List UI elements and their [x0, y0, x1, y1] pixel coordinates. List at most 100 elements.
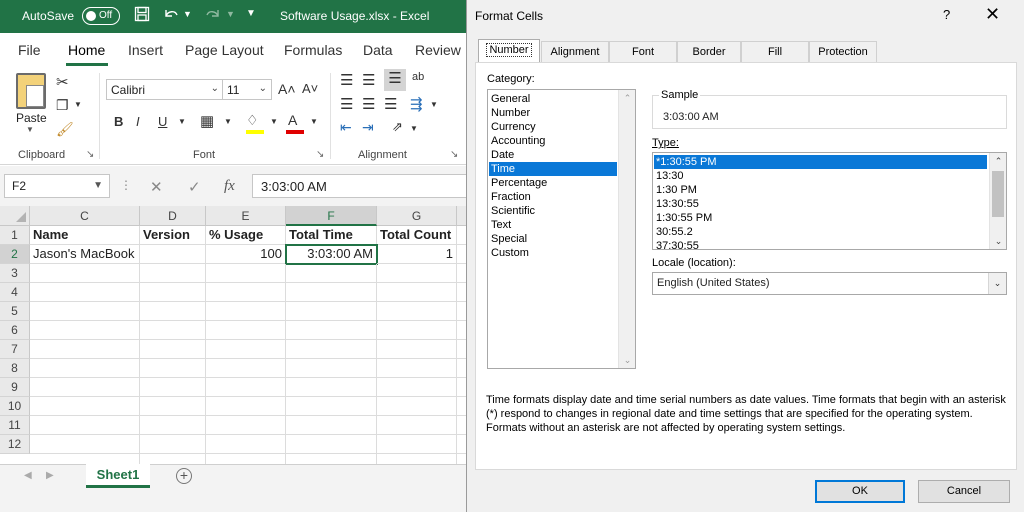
align-middle-icon[interactable]: ☰ — [362, 71, 375, 89]
row-header-12[interactable]: 12 — [0, 435, 30, 454]
close-button[interactable]: ✕ — [985, 4, 1000, 25]
category-text[interactable]: Text — [489, 218, 617, 232]
decrease-font-size-button[interactable]: A˅ — [302, 81, 318, 96]
font-color-button[interactable]: A — [288, 112, 297, 128]
type-option[interactable]: 1:30 PM — [654, 183, 987, 197]
increase-indent-icon[interactable]: ⇥ — [362, 119, 374, 136]
row-header-4[interactable]: 4 — [0, 283, 30, 302]
cell-c1[interactable]: Name — [30, 226, 140, 245]
italic-button[interactable]: I — [136, 114, 140, 129]
name-box[interactable]: F2 ▼ — [4, 174, 110, 198]
scroll-thumb[interactable] — [992, 171, 1004, 217]
cell-e1[interactable]: % Usage — [206, 226, 286, 245]
tab-alignment[interactable]: Alignment — [541, 41, 609, 62]
category-fraction[interactable]: Fraction — [489, 190, 617, 204]
type-scrollbar[interactable]: ⌃ ⌄ — [989, 153, 1006, 249]
autosave-toggle[interactable]: Off — [82, 7, 120, 25]
row-header-9[interactable]: 9 — [0, 378, 30, 397]
tab-number[interactable]: Number — [478, 39, 540, 63]
cell-f2-active[interactable]: 3:03:00 AM — [285, 244, 378, 265]
cut-icon[interactable]: ✂ — [56, 73, 69, 91]
category-currency[interactable]: Currency — [489, 120, 617, 134]
row-header-5[interactable]: 5 — [0, 302, 30, 321]
tab-formulas[interactable]: Formulas — [284, 42, 342, 58]
scroll-down-icon[interactable]: ⌄ — [619, 352, 635, 368]
align-bottom-icon[interactable]: ☰ — [384, 69, 406, 91]
category-time-selected[interactable]: Time — [489, 162, 617, 176]
font-launcher-icon[interactable]: ↘ — [316, 149, 324, 160]
tab-protection[interactable]: Protection — [809, 41, 877, 62]
borders-icon[interactable]: ▦ — [200, 112, 214, 130]
worksheet-grid[interactable]: C D E F G L 1 2 3 4 5 6 7 8 9 10 11 12 N… — [0, 206, 470, 464]
underline-dropdown-icon[interactable]: ▼ — [178, 117, 186, 126]
row-header-8[interactable]: 8 — [0, 359, 30, 378]
insert-function-button[interactable]: fx — [224, 178, 235, 195]
scroll-down-icon[interactable]: ⌄ — [990, 233, 1006, 249]
cell-d1[interactable]: Version — [140, 226, 206, 245]
help-button[interactable]: ? — [943, 7, 950, 22]
row-header-10[interactable]: 10 — [0, 397, 30, 416]
align-center-icon[interactable]: ☰ — [362, 95, 375, 113]
fill-color-icon[interactable]: ♢ — [246, 112, 259, 129]
merge-center-icon[interactable]: ⇶ — [410, 95, 423, 113]
category-special[interactable]: Special — [489, 232, 617, 246]
tab-fill[interactable]: Fill — [741, 41, 809, 62]
align-top-icon[interactable]: ☰ — [340, 71, 353, 89]
tab-home[interactable]: Home — [68, 42, 105, 58]
tab-border[interactable]: Border — [677, 41, 741, 62]
cell-g1[interactable]: Total Count — [377, 226, 457, 245]
tab-data[interactable]: Data — [363, 42, 393, 58]
column-header-g[interactable]: G — [377, 206, 457, 226]
fill-color-dropdown-icon[interactable]: ▼ — [270, 117, 278, 126]
row-header-2[interactable]: 2 — [0, 245, 30, 264]
tab-page-layout[interactable]: Page Layout — [185, 42, 264, 58]
orientation-button[interactable]: ab — [412, 71, 424, 83]
undo-dropdown-icon[interactable]: ▼ — [183, 9, 192, 19]
ok-button[interactable]: OK — [815, 480, 905, 503]
row-header-7[interactable]: 7 — [0, 340, 30, 359]
category-general[interactable]: General — [489, 92, 617, 106]
scroll-tabs-right-icon[interactable]: ▶ — [46, 470, 54, 481]
category-scientific[interactable]: Scientific — [489, 204, 617, 218]
column-header-c[interactable]: C — [30, 206, 140, 226]
copy-icon[interactable]: ❐ — [56, 97, 69, 114]
select-all-button[interactable] — [0, 206, 30, 226]
locale-select[interactable]: English (United States) ⌄ — [652, 272, 1007, 295]
clipboard-launcher-icon[interactable]: ↘ — [86, 149, 94, 160]
category-listbox[interactable]: General Number Currency Accounting Date … — [487, 89, 636, 369]
borders-dropdown-icon[interactable]: ▼ — [224, 117, 232, 126]
column-header-f[interactable]: F — [286, 206, 377, 226]
cancel-entry-button[interactable]: ✕ — [150, 178, 163, 196]
merge-dropdown-icon[interactable]: ▼ — [430, 100, 438, 109]
column-header-d[interactable]: D — [140, 206, 206, 226]
cell-d2[interactable] — [140, 245, 206, 264]
type-option[interactable]: 1:30:55 PM — [654, 211, 987, 225]
increase-font-size-button[interactable]: A˄ — [278, 81, 296, 97]
type-option[interactable]: 37:30:55 — [654, 239, 987, 249]
scroll-tabs-left-icon[interactable]: ◀ — [24, 470, 32, 481]
row-header-3[interactable]: 3 — [0, 264, 30, 283]
type-option[interactable]: 13:30 — [654, 169, 987, 183]
font-color-dropdown-icon[interactable]: ▼ — [310, 117, 318, 126]
category-date[interactable]: Date — [489, 148, 617, 162]
save-icon[interactable] — [134, 6, 150, 27]
bold-button[interactable]: B — [114, 114, 123, 129]
scroll-up-icon[interactable]: ⌃ — [990, 153, 1006, 169]
orientation-dropdown-icon[interactable]: ▼ — [410, 124, 418, 133]
category-accounting[interactable]: Accounting — [489, 134, 617, 148]
enter-entry-button[interactable]: ✓ — [188, 178, 201, 196]
cancel-button[interactable]: Cancel — [918, 480, 1010, 503]
scroll-up-icon[interactable]: ⌃ — [619, 90, 635, 106]
add-sheet-button[interactable]: + — [176, 468, 192, 484]
category-custom[interactable]: Custom — [489, 246, 617, 260]
row-header-6[interactable]: 6 — [0, 321, 30, 340]
tab-font[interactable]: Font — [609, 41, 677, 62]
type-listbox[interactable]: *1:30:55 PM 13:30 1:30 PM 13:30:55 1:30:… — [652, 152, 1007, 250]
row-header-11[interactable]: 11 — [0, 416, 30, 435]
font-size-field[interactable]: 11 ⌄ — [222, 79, 272, 100]
category-percentage[interactable]: Percentage — [489, 176, 617, 190]
align-right-icon[interactable]: ☰ — [384, 95, 397, 113]
cell-e2[interactable]: 100 — [206, 245, 286, 264]
underline-button[interactable]: U — [158, 114, 167, 129]
tab-insert[interactable]: Insert — [128, 42, 163, 58]
